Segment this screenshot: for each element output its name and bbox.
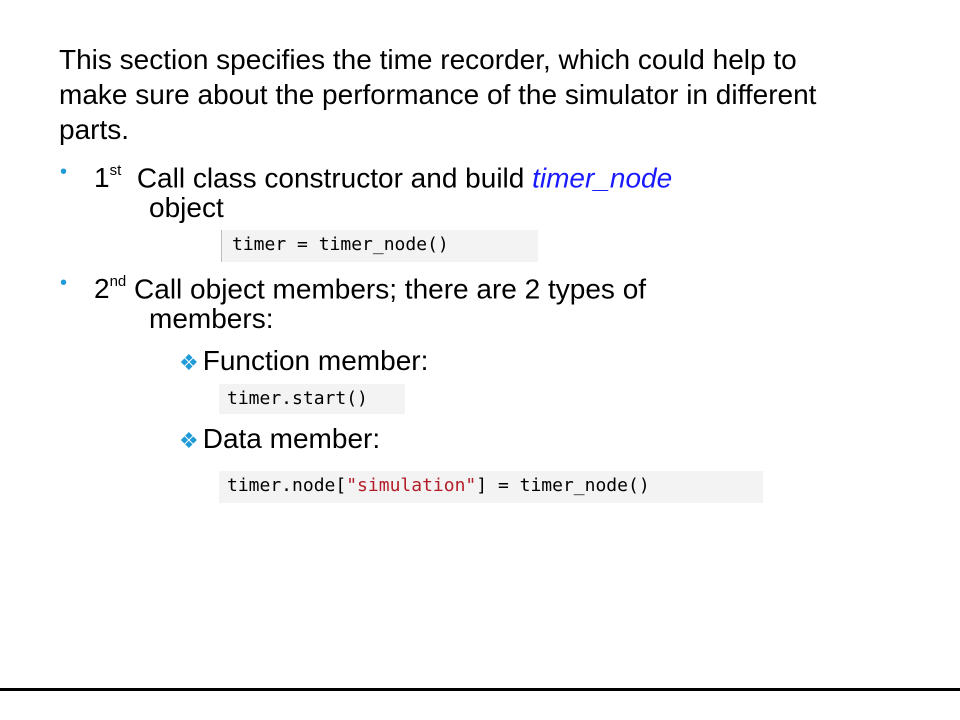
- slide: This section specifies the time recorder…: [0, 0, 960, 720]
- diamond-four-icon: ❖: [179, 350, 199, 375]
- subitem-data-label: Data member:: [202, 423, 381, 454]
- code-constructor: timer = timer_node(): [221, 230, 538, 262]
- bullet-dot-icon: •: [60, 272, 68, 294]
- bullet-dot-icon: •: [60, 161, 68, 183]
- bullet-1-text: Call class constructor and build: [136, 162, 533, 194]
- bullet-1-continuation: object: [149, 192, 224, 223]
- bullet-1-highlight: timer_node: [532, 162, 673, 194]
- diamond-four-icon: ❖: [179, 428, 199, 453]
- bullet-2-continuation: members:: [149, 303, 274, 334]
- bullet-2-ordinal: 2nd: [94, 273, 127, 305]
- code-function-member: timer.start(): [219, 384, 405, 414]
- code-data-member: timer.node["simulation"] = timer_node(): [219, 471, 763, 503]
- intro-paragraph: This section specifies the time recorder…: [59, 44, 817, 145]
- bottom-divider: [0, 688, 960, 691]
- subitem-function-label: Function member:: [202, 345, 429, 376]
- subitem-function-member: ❖ Function member:: [179, 343, 428, 380]
- subitem-data-member: ❖ Data member:: [179, 421, 380, 458]
- bullet-1-ordinal: 1st: [94, 162, 122, 194]
- bullet-2-text: Call object members; there are 2 types o…: [134, 273, 647, 305]
